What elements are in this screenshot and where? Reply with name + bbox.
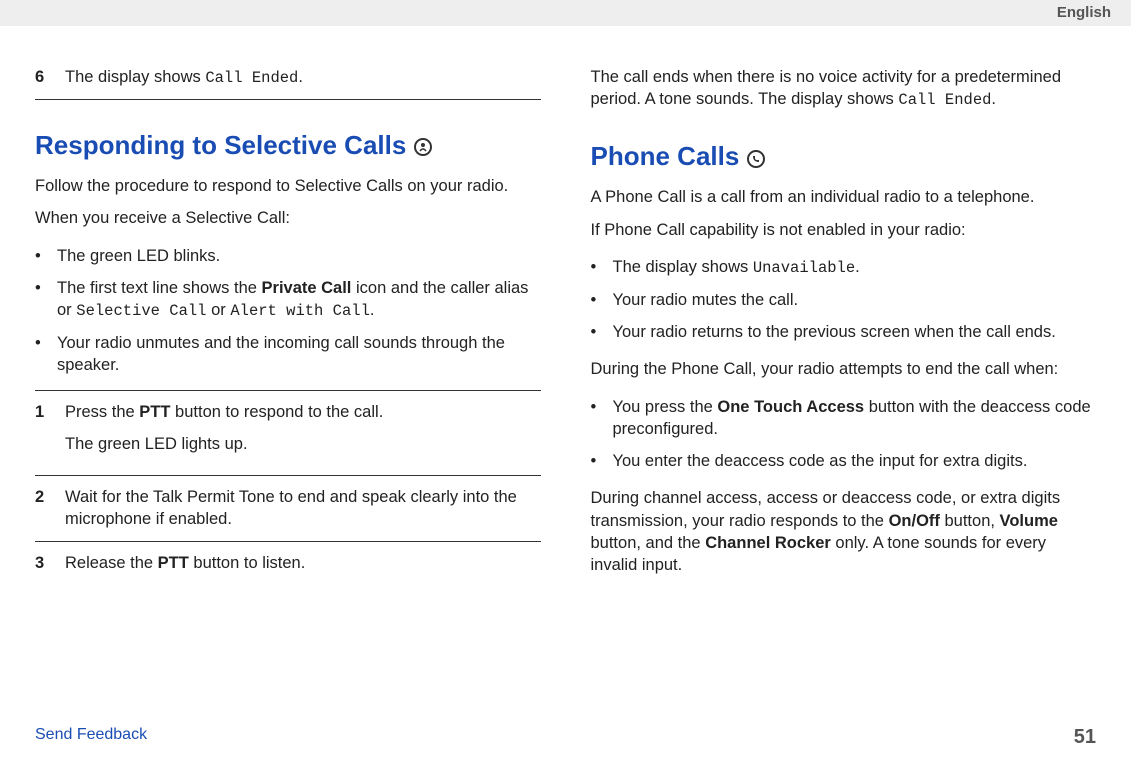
right-para-call-ends: The call ends when there is no voice act…: [591, 66, 1097, 111]
language-label: English: [1057, 4, 1111, 21]
p2-c: button, and the: [591, 534, 706, 552]
during-para: During the Phone Call, your radio attemp…: [591, 358, 1097, 380]
if-not-para: If Phone Call capability is not enabled …: [591, 219, 1097, 241]
bullet-2-text: The first text line shows the Private Ca…: [57, 277, 541, 322]
bullet-dot: •: [591, 321, 601, 343]
ra2-text: Your radio mutes the call.: [613, 289, 799, 311]
send-feedback-link[interactable]: Send Feedback: [35, 726, 147, 749]
p2-bold2: Volume: [1000, 512, 1058, 530]
step6-prefix: The display shows: [65, 68, 205, 86]
phone-call-icon: [747, 150, 765, 168]
ra1-mono: Unavailable: [753, 259, 855, 277]
page-number: 51: [1074, 726, 1096, 749]
step-number: 1: [35, 401, 51, 466]
step-6-text: The display shows Call Ended.: [65, 66, 541, 89]
bullet-dot: •: [591, 256, 601, 279]
phone-during-bullets: • You press the One Touch Access button …: [591, 391, 1097, 478]
bullet-3-text: Your radio unmutes and the incoming call…: [57, 332, 541, 377]
ra1-prefix: The display shows: [613, 258, 753, 276]
rb2-text: You enter the deaccess code as the input…: [613, 450, 1028, 472]
r-para1-suffix: .: [991, 90, 996, 108]
s3-prefix: Release the: [65, 554, 158, 572]
s1-prefix: Press the: [65, 403, 139, 421]
intro-para-2: A Phone Call is a call from an individua…: [591, 186, 1097, 208]
p2-b: button,: [940, 512, 1000, 530]
ra3-text: Your radio returns to the previous scree…: [613, 321, 1056, 343]
ra1-suffix: .: [855, 258, 860, 276]
phone-not-enabled-bullets: • The display shows Unavailable. • Your …: [591, 251, 1097, 348]
heading-phone-calls: Phone Calls: [591, 139, 1097, 174]
step-1: 1 Press the PTT button to respond to the…: [35, 390, 541, 477]
selective-call-icon: [414, 138, 432, 156]
step6-suffix: .: [298, 68, 303, 86]
heading2-text: Phone Calls: [591, 139, 740, 174]
left-column: 6 The display shows Call Ended. Respondi…: [35, 56, 541, 586]
step-2: 2 Wait for the Talk Permit Tone to end a…: [35, 476, 541, 542]
rb1-prefix: You press the: [613, 398, 718, 416]
right-column: The call ends when there is no voice act…: [591, 56, 1097, 586]
list-item: • You press the One Touch Access button …: [591, 391, 1097, 446]
s1-bold: PTT: [139, 403, 170, 421]
intro-para-1: Follow the procedure to respond to Selec…: [35, 175, 541, 197]
step-1-text: Press the PTT button to respond to the c…: [65, 401, 541, 466]
list-item: • Your radio mutes the call.: [591, 284, 1097, 316]
heading1-text: Responding to Selective Calls: [35, 128, 406, 163]
list-item: • You enter the deaccess code as the inp…: [591, 445, 1097, 477]
page-footer: Send Feedback 51: [0, 726, 1131, 749]
step-3-text: Release the PTT button to listen.: [65, 552, 541, 574]
header-bar: English: [0, 0, 1131, 26]
list-item: • The first text line shows the Private …: [35, 272, 541, 327]
s1-suffix: button to respond to the call.: [170, 403, 383, 421]
selective-call-bullets: • The green LED blinks. • The first text…: [35, 240, 541, 382]
s3-suffix: button to listen.: [189, 554, 306, 572]
bullet-dot: •: [591, 289, 601, 311]
list-item: • Your radio unmutes and the incoming ca…: [35, 327, 541, 382]
p2-bold3: Channel Rocker: [705, 534, 831, 552]
bullet-dot: •: [591, 396, 601, 441]
bullet-dot: •: [35, 245, 45, 267]
b2-mono2: Alert with Call: [230, 302, 370, 320]
b2-suffix: .: [370, 301, 375, 319]
r-para1-mono: Call Ended: [898, 91, 991, 109]
rb1-text: You press the One Touch Access button wi…: [613, 396, 1097, 441]
rb1-bold: One Touch Access: [717, 398, 864, 416]
step-3: 3 Release the PTT button to listen.: [35, 542, 541, 584]
step6-mono: Call Ended: [205, 69, 298, 87]
b2-prefix: The first text line shows the: [57, 279, 262, 297]
page-body: 6 The display shows Call Ended. Respondi…: [0, 26, 1131, 586]
list-item: • The display shows Unavailable.: [591, 251, 1097, 284]
s1-line2: The green LED lights up.: [65, 433, 541, 455]
b2-mono1: Selective Call: [76, 302, 206, 320]
p2-bold1: On/Off: [889, 512, 940, 530]
bullet-1-text: The green LED blinks.: [57, 245, 220, 267]
when-receive-para: When you receive a Selective Call:: [35, 207, 541, 229]
bullet-dot: •: [35, 277, 45, 322]
s3-bold: PTT: [158, 554, 189, 572]
b2-or: or: [207, 301, 231, 319]
step-6: 6 The display shows Call Ended.: [35, 56, 541, 100]
step-number: 6: [35, 66, 51, 89]
b2-bold: Private Call: [262, 279, 352, 297]
channel-access-para: During channel access, access or deacces…: [591, 487, 1097, 576]
ra1-text: The display shows Unavailable.: [613, 256, 860, 279]
step-number: 3: [35, 552, 51, 574]
bullet-dot: •: [591, 450, 601, 472]
list-item: • Your radio returns to the previous scr…: [591, 316, 1097, 348]
bullet-dot: •: [35, 332, 45, 377]
step-2-text: Wait for the Talk Permit Tone to end and…: [65, 486, 541, 531]
list-item: • The green LED blinks.: [35, 240, 541, 272]
step-number: 2: [35, 486, 51, 531]
heading-responding-selective-calls: Responding to Selective Calls: [35, 128, 541, 163]
